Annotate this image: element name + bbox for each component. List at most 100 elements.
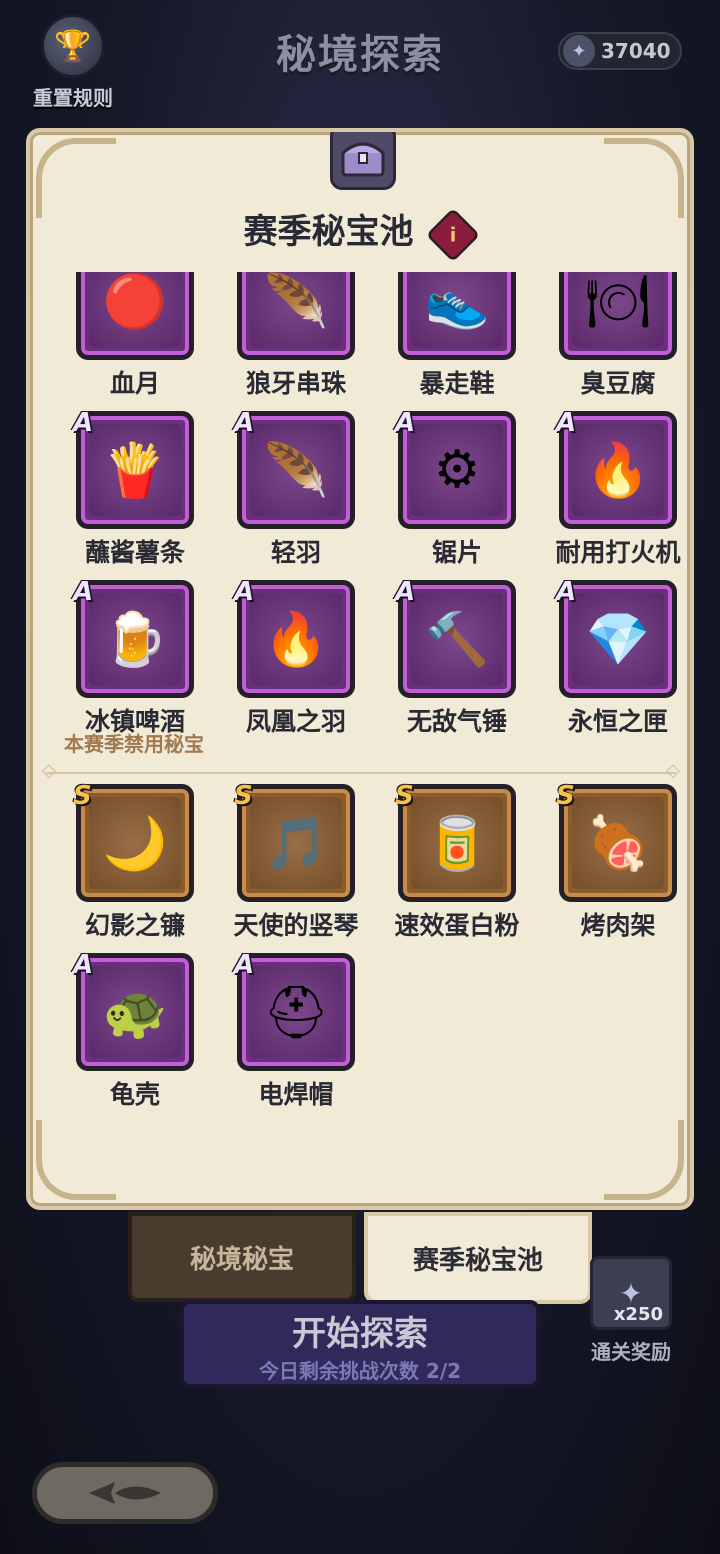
rank-badge: S [556, 781, 575, 811]
rank-badge: A [395, 408, 416, 438]
treasure-item[interactable]: 🎵 S 天使的竖琴 [221, 781, 371, 944]
currency-value: 37040 [601, 39, 671, 63]
treasure-tile: 👟 [398, 272, 516, 360]
treasure-item[interactable]: 🐢 A 龟壳 [60, 950, 210, 1113]
treasure-icon: 🔥 [572, 424, 664, 516]
treasure-name: 烤肉架 [580, 911, 656, 940]
treasure-item[interactable]: ⛑ A 电焊帽 [221, 950, 371, 1113]
rank-badge: A [556, 408, 577, 438]
treasure-item[interactable]: 🔴 血月 [60, 272, 210, 402]
treasure-icon: 🍖 [572, 797, 664, 889]
treasure-chest-icon [330, 132, 396, 190]
tab-label: 秘境秘宝 [189, 1244, 294, 1275]
rank-badge: A [73, 950, 94, 980]
treasure-name: 蘸酱薯条 [84, 538, 185, 567]
rank-badge: A [395, 577, 416, 607]
treasure-tile: 🌙 S [73, 781, 194, 902]
treasure-icon: ⛑ [250, 966, 342, 1058]
clear-reward[interactable]: ✦ x250 通关奖励 [576, 1256, 686, 1365]
remaining-attempts: 今日剩余挑战次数 2/2 [258, 1359, 462, 1383]
treasure-icon: 🍟 [89, 424, 181, 516]
treasure-icon: 💎 [572, 593, 664, 685]
item-scroll-area[interactable]: 🔴 血月 🪶 狼牙串珠 👟 暴走鞋 🍽 臭豆腐 🍟 A 蘸酱薯条 🪶 A 轻羽 ⚙ A 锯片 🔥 A 耐用打火机 🍺 A 冰… [30, 272, 690, 1172]
treasure-item[interactable]: 🥫 S 速效蛋白粉 [382, 781, 532, 944]
treasure-tile: 🐢 A [73, 950, 194, 1071]
treasure-icon: 🥫 [411, 797, 503, 889]
treasure-name: 狼牙串珠 [245, 369, 346, 398]
treasure-tile: ⛑ A [234, 950, 355, 1071]
treasure-icon: 🪶 [250, 424, 342, 516]
top-bar: 🏆 重置规则 秘境探索 ✦ 37040 [0, 0, 720, 120]
treasure-item[interactable]: ⚙ A 锯片 [382, 408, 532, 571]
star-coin-icon: ✦ x250 [590, 1256, 672, 1330]
rank-badge: S [395, 781, 414, 811]
star-coin-icon: ✦ [563, 35, 595, 67]
reset-rules-label: 重置规则 [33, 86, 113, 110]
treasure-icon: 🔥 [250, 593, 342, 685]
treasure-item[interactable]: 💎 A 永恒之匣 [543, 577, 690, 740]
panel-title-row: 赛季秘宝池 i [30, 204, 690, 263]
treasure-icon: 🔨 [411, 593, 503, 685]
rank-badge: A [234, 408, 255, 438]
info-icon[interactable]: i [425, 207, 480, 262]
treasure-icon: 🔴 [89, 272, 181, 347]
treasure-name: 血月 [109, 369, 160, 398]
treasure-name: 耐用打火机 [555, 538, 681, 567]
treasure-icon: 🌙 [89, 797, 181, 889]
treasure-item[interactable]: 🔥 A 凤凰之羽 [221, 577, 371, 740]
treasure-tile: 🪶 A [234, 408, 355, 529]
rank-badge: S [73, 781, 92, 811]
rank-badge: A [234, 577, 255, 607]
treasure-item[interactable]: 🌙 S 幻影之镰 [60, 781, 210, 944]
back-arrow-icon [89, 1482, 161, 1504]
reward-label: 通关奖励 [591, 1340, 671, 1364]
treasure-item[interactable]: 🍖 S 烤肉架 [543, 781, 690, 944]
treasure-name: 锯片 [431, 538, 482, 567]
treasure-item[interactable]: 🍺 A 冰镇啤酒 [60, 577, 210, 740]
treasure-name: 凤凰之羽 [245, 707, 346, 736]
treasure-item[interactable]: 🪶 A 轻羽 [221, 408, 371, 571]
start-explore-label: 开始探索 [292, 1314, 428, 1354]
rank-badge: A [73, 577, 94, 607]
treasure-name: 臭豆腐 [580, 369, 656, 398]
treasure-item[interactable]: 🔨 A 无敌气锤 [382, 577, 532, 740]
treasure-tile: 🔥 A [556, 408, 677, 529]
treasure-tile: 🔥 A [234, 577, 355, 698]
treasure-name: 速效蛋白粉 [394, 911, 520, 940]
panel-title: 赛季秘宝池 [243, 212, 414, 252]
treasure-name: 永恒之匣 [567, 707, 668, 736]
currency-display: ✦ 37040 [558, 32, 682, 70]
treasure-name: 龟壳 [109, 1080, 160, 1109]
treasure-tile: 🍖 S [556, 781, 677, 902]
reward-count: x250 [613, 1304, 663, 1325]
rank-badge: A [556, 577, 577, 607]
treasure-name: 轻羽 [270, 538, 321, 567]
treasure-tile: 🎵 S [234, 781, 355, 902]
tab-label: 赛季秘宝池 [412, 1245, 543, 1276]
tab-season-treasure-pool[interactable]: 赛季秘宝池 [364, 1212, 592, 1304]
treasure-item[interactable]: 🔥 A 耐用打火机 [543, 408, 690, 571]
back-button[interactable] [32, 1462, 218, 1524]
treasure-item[interactable]: 👟 暴走鞋 [382, 272, 532, 402]
treasure-tile: 🍽 [559, 272, 677, 360]
section-divider [42, 760, 680, 781]
treasure-icon: 🎵 [250, 797, 342, 889]
treasure-icon: 🍺 [89, 593, 181, 685]
rank-badge: A [234, 950, 255, 980]
treasure-item[interactable]: 🪶 狼牙串珠 [221, 272, 371, 402]
treasure-tile: 🥫 S [395, 781, 516, 902]
tab-secret-realm-treasures[interactable]: 秘境秘宝 [128, 1212, 356, 1302]
treasure-tile: 🪶 [237, 272, 355, 360]
treasure-name: 电焊帽 [258, 1080, 334, 1109]
treasure-name: 幻影之镰 [84, 911, 185, 940]
start-explore-button[interactable]: 开始探索 今日剩余挑战次数 2/2 [180, 1300, 540, 1388]
treasure-icon: ⚙ [411, 424, 503, 516]
treasure-icon: 🐢 [89, 966, 181, 1058]
treasure-tile: 🍺 A [73, 577, 194, 698]
rank-badge: S [234, 781, 253, 811]
rank-badge: A [73, 408, 94, 438]
treasure-item[interactable]: 🍟 A 蘸酱薯条 [60, 408, 210, 571]
treasure-name: 暴走鞋 [419, 369, 495, 398]
treasure-name: 无敌气锤 [406, 707, 507, 736]
treasure-item[interactable]: 🍽 臭豆腐 [543, 272, 690, 402]
